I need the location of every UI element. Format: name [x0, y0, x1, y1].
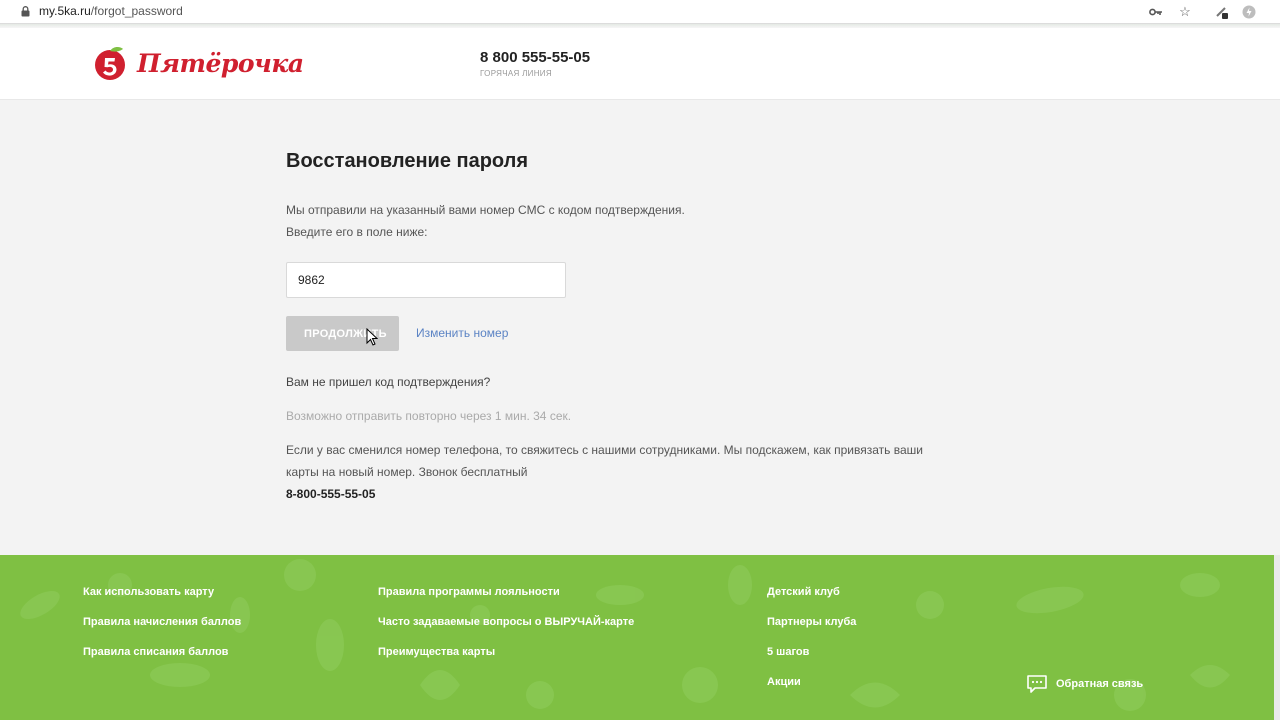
- feedback-button[interactable]: Обратная связь: [1026, 674, 1143, 694]
- hotline-number[interactable]: 8-800-555-55-05: [286, 487, 375, 501]
- header-phone[interactable]: 8 800 555-55-05: [480, 49, 590, 66]
- url-path: /forgot_password: [90, 4, 183, 18]
- continue-button[interactable]: Продолжить: [286, 316, 399, 351]
- footer-link-promotions[interactable]: Акции: [767, 676, 801, 688]
- footer-pattern: [20, 559, 1230, 711]
- resend-timer: Возможно отправить повторно через 1 мин.…: [286, 409, 572, 423]
- profile-icon[interactable]: [1241, 4, 1257, 20]
- footer-link-club-partners[interactable]: Партнеры клуба: [767, 616, 856, 628]
- footer-link-loyalty-rules[interactable]: Правила программы лояльности: [378, 586, 560, 598]
- info-text-line2: карты на новый номер. Звонок бесплатный: [286, 465, 528, 479]
- no-code-question: Вам не пришел код подтверждения?: [286, 375, 491, 389]
- header-phone-caption: горячая линия: [480, 69, 552, 78]
- footer-link-spending-rules[interactable]: Правила списания баллов: [83, 646, 228, 658]
- enter-code-text: Введите его в поле ниже:: [286, 225, 428, 239]
- site-footer: Как использовать карту Правила начислени…: [0, 555, 1280, 720]
- url-host: my.5ka.ru: [39, 4, 91, 18]
- site-logo[interactable]: Пятёрочка: [93, 44, 304, 82]
- key-icon[interactable]: [1148, 4, 1164, 20]
- logo-apple-icon: [95, 46, 125, 80]
- footer-link-how-to-use-card[interactable]: Как использовать карту: [83, 586, 214, 598]
- lock-icon: [21, 6, 30, 17]
- page-title: Восстановление пароля: [286, 150, 529, 172]
- feedback-label: Обратная связь: [1056, 678, 1144, 690]
- footer-link-faq[interactable]: Часто задаваемые вопросы о ВЫРУЧАЙ-карте: [378, 616, 634, 628]
- password-recovery-section: Восстановление пароля Мы отправили на ук…: [0, 101, 1280, 555]
- cursor-icon: [366, 328, 378, 346]
- chat-icon: [1027, 675, 1047, 693]
- sms-code-input[interactable]: [286, 262, 566, 298]
- footer-link-kids-club[interactable]: Детский клуб: [767, 586, 840, 598]
- address-bar[interactable]: my.5ka.ru/forgot_password: [39, 4, 183, 18]
- footer-link-card-benefits[interactable]: Преимущества карты: [378, 646, 495, 658]
- footer-link-earning-rules[interactable]: Правила начисления баллов: [83, 616, 241, 628]
- change-number-link[interactable]: Изменить номер: [416, 326, 508, 340]
- extension-icon[interactable]: [1214, 4, 1230, 20]
- star-icon[interactable]: ☆: [1177, 4, 1193, 20]
- site-header: Пятёрочка 8 800 555-55-05 горячая линия: [0, 28, 1280, 100]
- logo-wordmark: Пятёрочка: [137, 48, 304, 78]
- sms-sent-text: Мы отправили на указанный вами номер СМС…: [286, 203, 685, 217]
- browser-toolbar: my.5ka.ru/forgot_password ☆: [0, 0, 1280, 28]
- info-text-line1: Если у вас сменился номер телефона, то с…: [286, 443, 923, 457]
- scrollbar[interactable]: [1274, 555, 1280, 720]
- footer-link-5-steps[interactable]: 5 шагов: [767, 646, 809, 658]
